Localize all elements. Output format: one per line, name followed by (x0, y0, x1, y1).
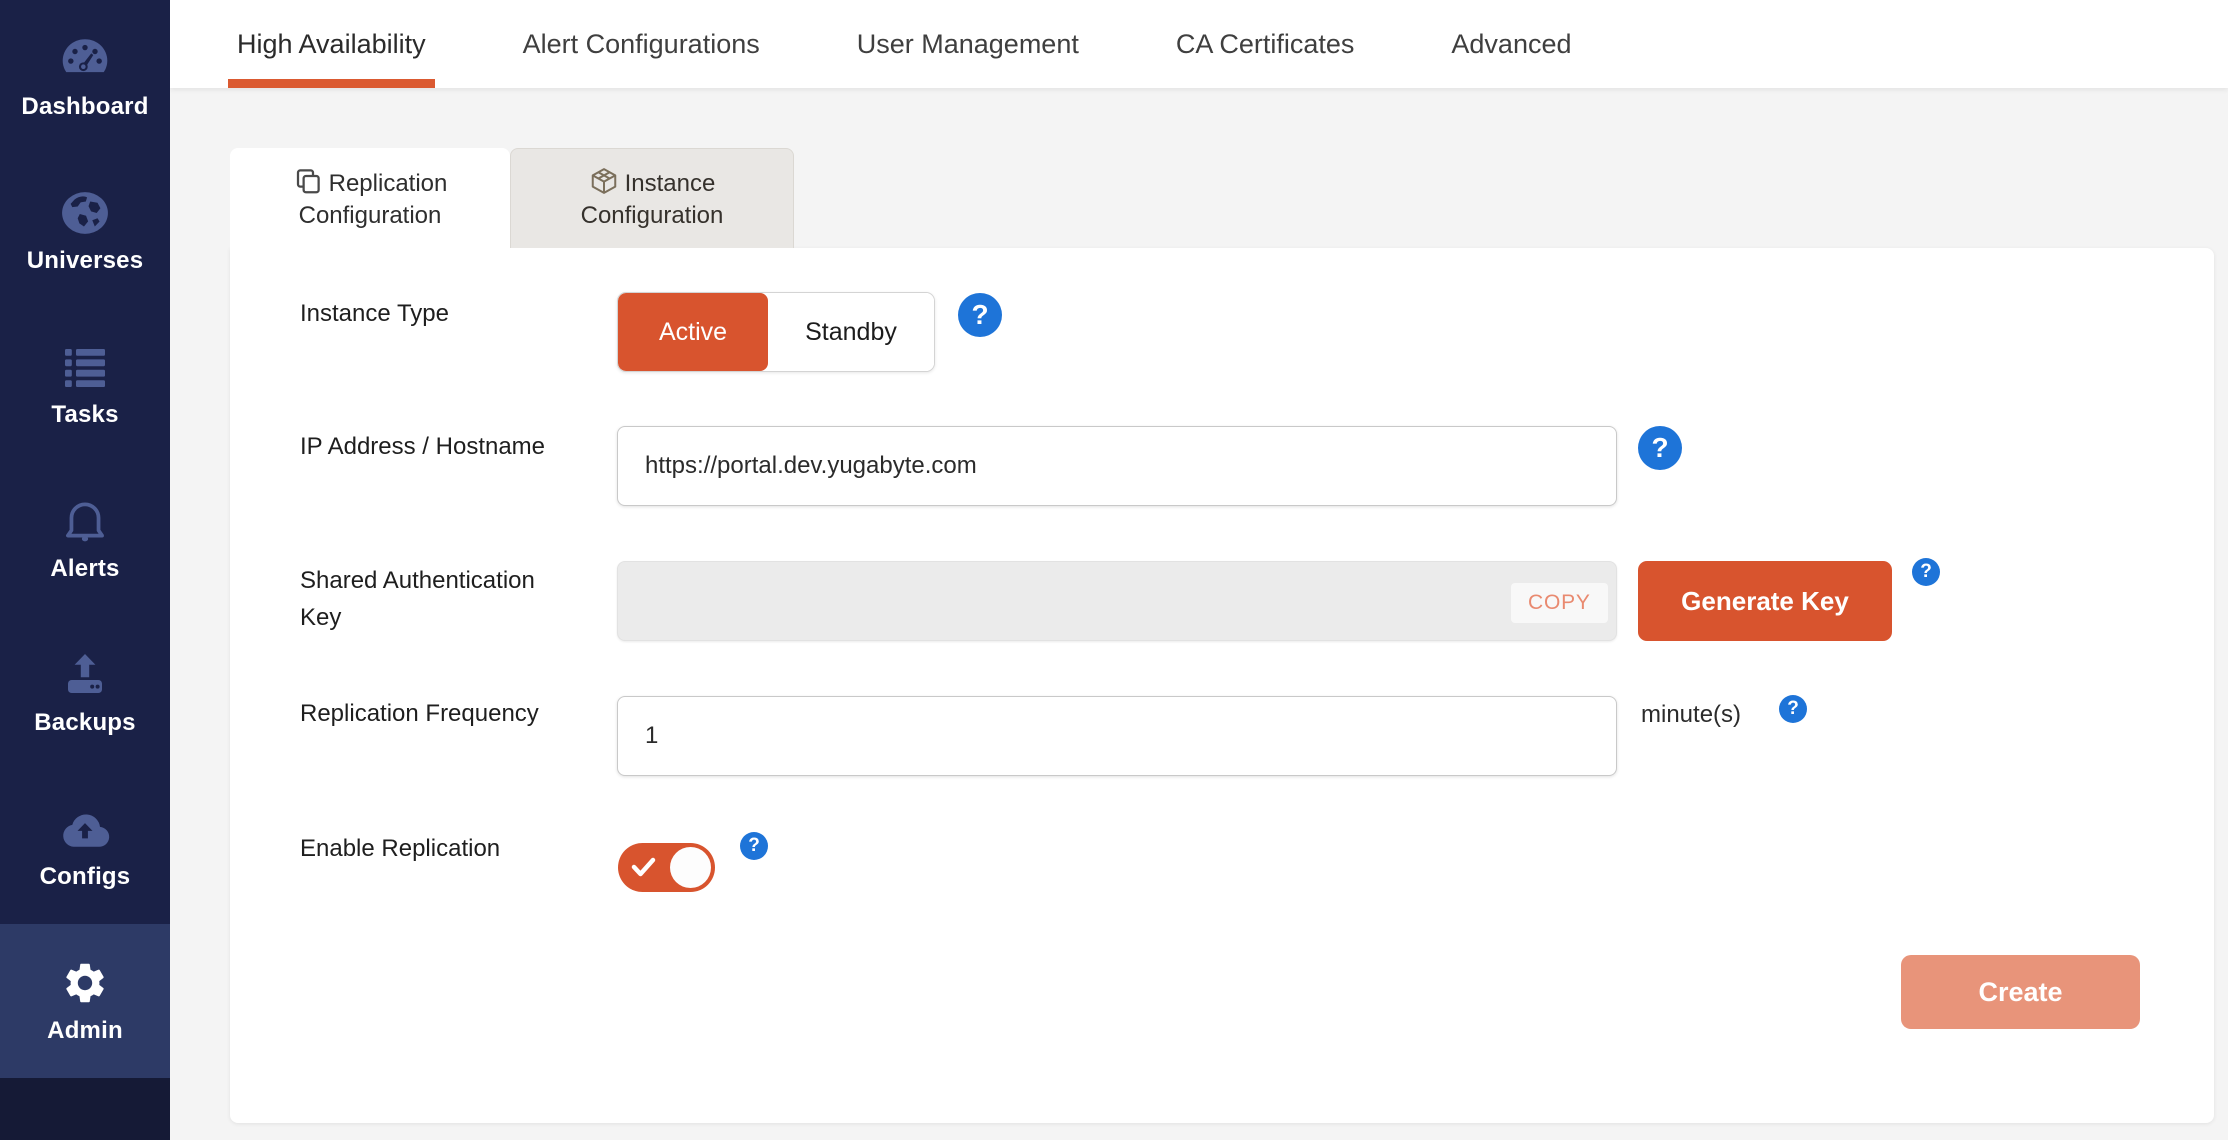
instance-type-help-icon[interactable]: ? (958, 293, 1002, 337)
enable-replication-toggle[interactable] (618, 843, 715, 892)
cube-icon (591, 167, 616, 194)
check-icon (631, 857, 656, 877)
sidebar-item-label: Configs (39, 862, 131, 890)
globe-icon (60, 188, 110, 238)
instance-type-label: Instance Type (300, 300, 449, 327)
replication-frequency-label: Replication Frequency (300, 700, 539, 727)
shared-key-label: Shared Authentication Key (300, 567, 535, 631)
sidebar-item-label: Backups (34, 708, 136, 736)
generate-key-button[interactable]: Generate Key (1638, 561, 1892, 641)
tab-advanced[interactable]: Advanced (1451, 0, 1571, 88)
enable-replication-label: Enable Replication (300, 835, 501, 862)
sidebar-item-dashboard[interactable]: Dashboard (0, 0, 170, 154)
copy-key-button[interactable]: COPY (1511, 583, 1608, 623)
frequency-unit-label: minute(s) (1641, 701, 1742, 728)
enable-replication-help-icon[interactable]: ? (740, 832, 768, 860)
tab-high-availability[interactable]: High Availability (228, 0, 435, 88)
sidebar-item-label: Tasks (51, 400, 119, 428)
tab-replication-configuration[interactable]: Replication Configuration (230, 148, 510, 250)
sidebar-item-label: Admin (47, 1016, 123, 1044)
instance-type-active-button[interactable]: Active (618, 293, 768, 371)
cloud-upload-icon (60, 804, 110, 854)
task-list-icon (60, 342, 110, 392)
copy-pages-icon (296, 169, 320, 194)
create-button[interactable]: Create (1901, 955, 2140, 1029)
sidebar-item-label: Alerts (50, 554, 120, 582)
ip-address-input[interactable] (617, 426, 1617, 506)
sidebar-item-alerts[interactable]: Alerts (0, 462, 170, 616)
ip-address-label: IP Address / Hostname (300, 433, 546, 460)
sidebar-item-backups[interactable]: Backups (0, 616, 170, 770)
toggle-knob (670, 847, 711, 888)
sidebar-item-configs[interactable]: Configs (0, 770, 170, 924)
shared-key-input (617, 561, 1617, 641)
bell-icon (60, 496, 110, 546)
sidebar: Dashboard Universes Tasks Alerts Backups… (0, 0, 170, 1140)
frequency-help-icon[interactable]: ? (1779, 695, 1807, 723)
ip-address-help-icon[interactable]: ? (1638, 426, 1682, 470)
sidebar-item-admin[interactable]: Admin (0, 924, 170, 1078)
tab-user-management[interactable]: User Management (857, 0, 1079, 88)
shared-key-help-icon[interactable]: ? (1912, 558, 1940, 586)
upload-icon (60, 650, 110, 700)
replication-frequency-input[interactable] (617, 696, 1617, 776)
sidebar-item-label: Universes (26, 246, 144, 274)
ha-sub-tabs: Replication Configuration Instance Confi… (230, 148, 794, 250)
admin-tab-bar: High Availability Alert Configurations U… (170, 0, 2228, 88)
sidebar-item-label: Dashboard (21, 92, 149, 120)
gear-icon (60, 958, 110, 1008)
dashboard-gauge-icon (60, 34, 110, 84)
replication-configuration-panel: Instance Type Active Standby ? IP Addres… (230, 248, 2214, 1123)
tab-ca-certificates[interactable]: CA Certificates (1176, 0, 1355, 88)
sidebar-item-tasks[interactable]: Tasks (0, 308, 170, 462)
instance-type-segmented-control: Active Standby (617, 292, 935, 372)
instance-type-standby-button[interactable]: Standby (768, 293, 934, 371)
tab-alert-configurations[interactable]: Alert Configurations (523, 0, 760, 88)
tab-instance-configuration[interactable]: Instance Configuration (510, 148, 794, 248)
sidebar-item-universes[interactable]: Universes (0, 154, 170, 308)
